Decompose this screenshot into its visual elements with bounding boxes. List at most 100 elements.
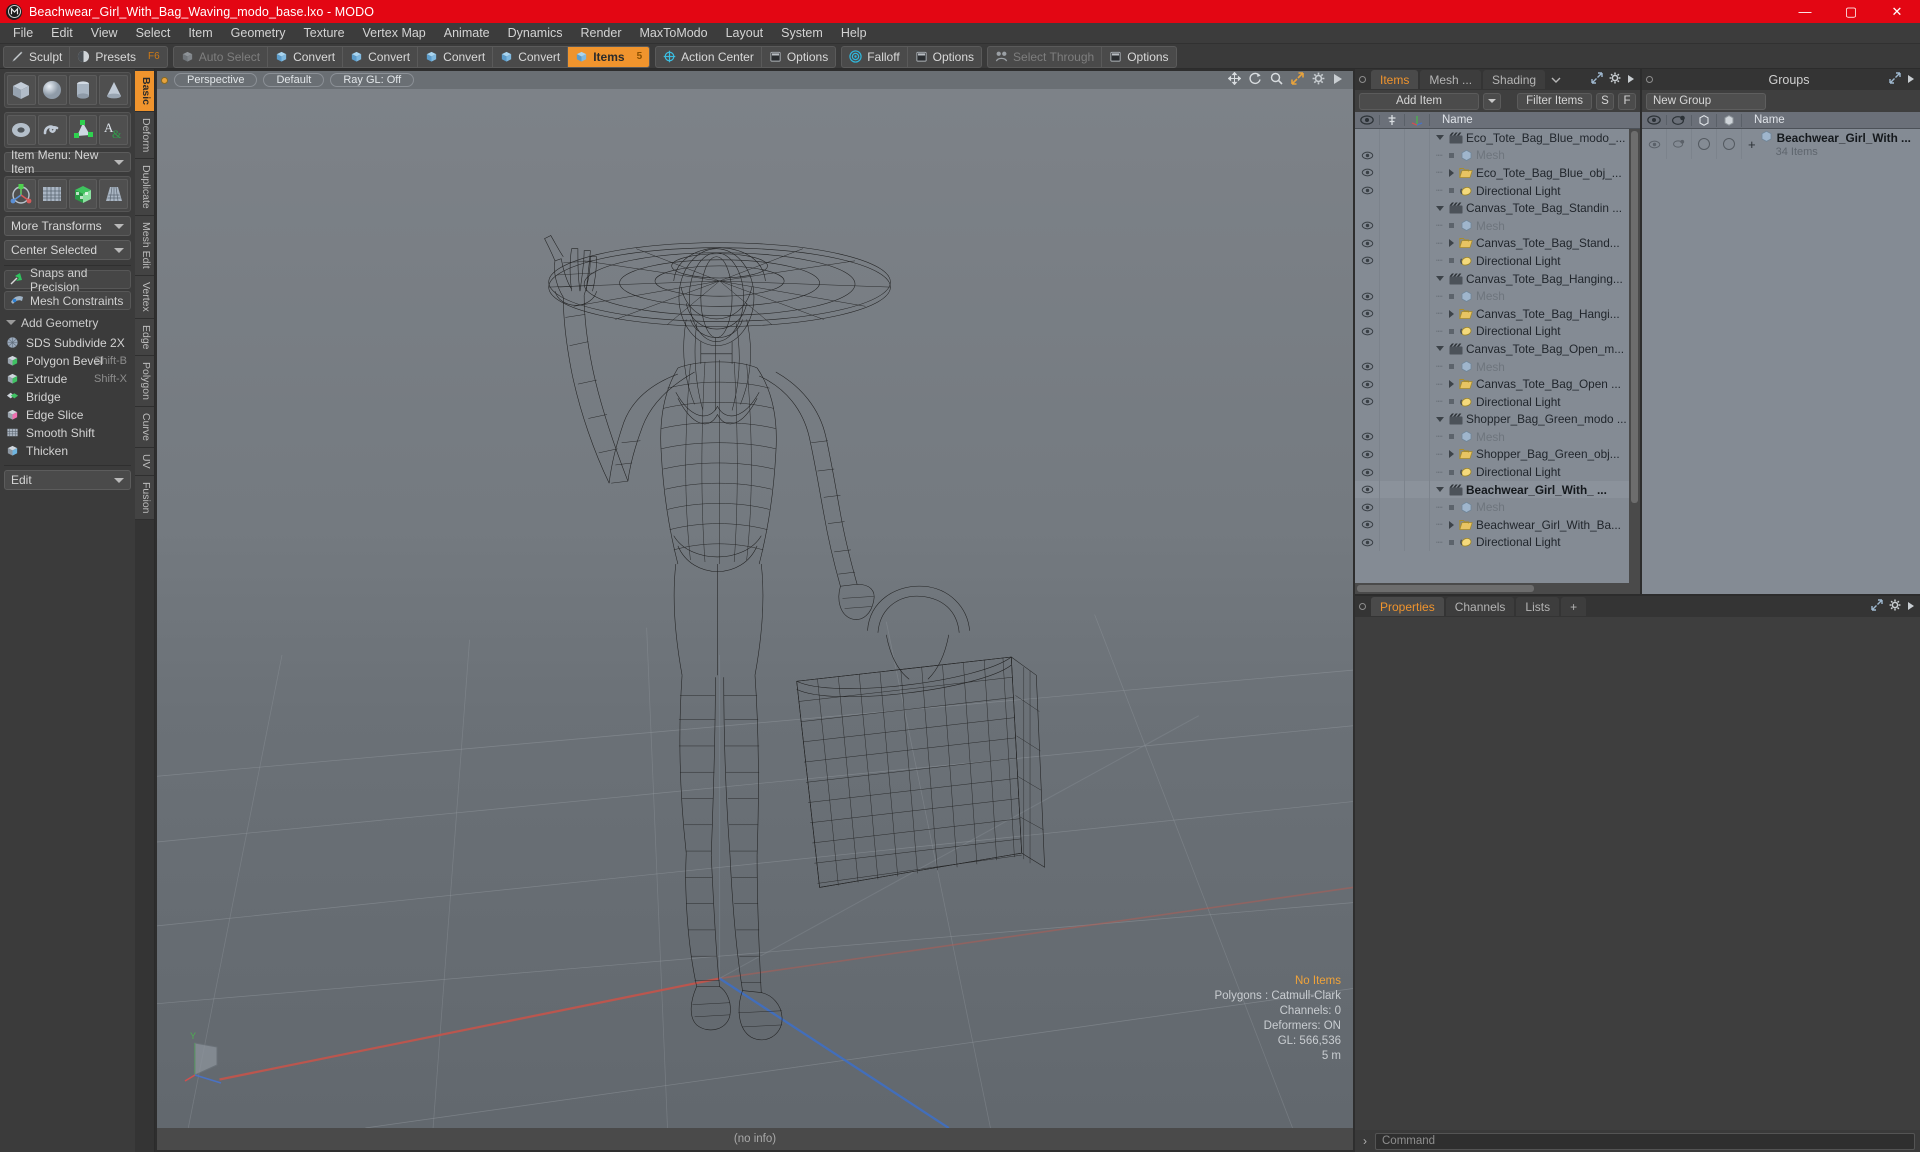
- fit-icon[interactable]: [1291, 72, 1304, 88]
- row-axis-toggle[interactable]: [1405, 358, 1430, 376]
- chevron-down-icon[interactable]: [1436, 206, 1444, 211]
- items-tree-row[interactable]: ┈Directional Light: [1355, 393, 1640, 411]
- axis-icon[interactable]: [1405, 114, 1430, 126]
- row-lock-toggle[interactable]: [1380, 164, 1405, 182]
- eye-icon[interactable]: [1355, 115, 1380, 125]
- row-lock-toggle[interactable]: [1380, 305, 1405, 323]
- items-tree-row[interactable]: ┈Directional Light: [1355, 252, 1640, 270]
- mesh-constraints-button[interactable]: Mesh Constraints: [4, 291, 131, 310]
- row-axis-toggle[interactable]: [1405, 481, 1430, 499]
- row-axis-toggle[interactable]: [1405, 270, 1430, 288]
- items-tree-row[interactable]: Beachwear_Girl_With_ ...: [1355, 481, 1640, 499]
- taper-tool[interactable]: [99, 179, 128, 209]
- row-axis-toggle[interactable]: [1405, 305, 1430, 323]
- tool-tab-uv[interactable]: UV: [135, 448, 154, 476]
- filter-items-button[interactable]: Filter Items: [1517, 93, 1592, 110]
- move-icon[interactable]: [1228, 72, 1241, 88]
- sphere-tool[interactable]: [38, 75, 67, 105]
- items-tab-shading[interactable]: Shading: [1483, 70, 1545, 89]
- chevron-right-icon[interactable]: [1449, 239, 1454, 247]
- viewport-3d[interactable]: No Items Polygons : Catmull-Clark Channe…: [157, 89, 1353, 1128]
- mode-button-falloff[interactable]: Falloff: [842, 47, 907, 67]
- row-axis-toggle[interactable]: [1405, 182, 1430, 200]
- viewport-raygl-button[interactable]: Ray GL: Off: [330, 73, 414, 87]
- menu-select[interactable]: Select: [127, 24, 180, 43]
- menu-file[interactable]: File: [4, 24, 42, 43]
- filter-f-button[interactable]: F: [1618, 93, 1636, 110]
- zoom-icon[interactable]: [1270, 72, 1283, 88]
- chevron-right-icon[interactable]: [1449, 169, 1454, 177]
- play-icon[interactable]: [1627, 72, 1635, 87]
- tool-tab-basic[interactable]: Basic: [135, 71, 154, 112]
- row-axis-toggle[interactable]: [1405, 235, 1430, 253]
- menu-item[interactable]: Item: [179, 24, 221, 43]
- chevron-down-icon[interactable]: [1436, 417, 1444, 422]
- row-eye-toggle[interactable]: [1355, 323, 1380, 341]
- items-tab-items[interactable]: Items: [1371, 70, 1418, 89]
- gear-icon[interactable]: [1609, 72, 1621, 87]
- cube-tool[interactable]: [7, 75, 36, 105]
- tool-tab-duplicate[interactable]: Duplicate: [135, 159, 154, 216]
- row-eye-toggle[interactable]: [1355, 129, 1380, 147]
- minimize-button[interactable]: —: [1782, 0, 1828, 23]
- menu-system[interactable]: System: [772, 24, 832, 43]
- edit-dropdown[interactable]: Edit: [4, 470, 131, 490]
- play-icon[interactable]: [1333, 73, 1343, 88]
- mode-button-convert-2[interactable]: Convert: [343, 47, 418, 67]
- items-tree-row[interactable]: ┈Directional Light: [1355, 182, 1640, 200]
- menu-dynamics[interactable]: Dynamics: [499, 24, 572, 43]
- items-tree-row[interactable]: ┈Shopper_Bag_Green_obj...: [1355, 446, 1640, 464]
- menu-animate[interactable]: Animate: [435, 24, 499, 43]
- items-tree-row[interactable]: ┈Directional Light: [1355, 534, 1640, 552]
- row-lock-toggle[interactable]: [1380, 217, 1405, 235]
- row-axis-toggle[interactable]: [1405, 393, 1430, 411]
- mode-button-options-1[interactable]: Options: [1102, 47, 1175, 67]
- menu-edit[interactable]: Edit: [42, 24, 82, 43]
- mode-button-convert-1[interactable]: Convert: [268, 47, 343, 67]
- row-lock-toggle[interactable]: [1380, 270, 1405, 288]
- items-tree-row[interactable]: ┈Mesh: [1355, 358, 1640, 376]
- row-lock-toggle[interactable]: [1380, 428, 1405, 446]
- row-lock-toggle[interactable]: [1380, 199, 1405, 217]
- chevron-right-icon[interactable]: [1449, 450, 1454, 458]
- items-tree-row[interactable]: ┈Canvas_Tote_Bag_Hangi...: [1355, 305, 1640, 323]
- mode-button-auto-select[interactable]: Auto Select: [174, 47, 268, 67]
- cylinder-tool[interactable]: [69, 75, 98, 105]
- items-tree-vscrollbar[interactable]: [1629, 129, 1640, 583]
- add-geometry-section-header[interactable]: Add Geometry: [6, 314, 131, 331]
- row-eye-toggle[interactable]: [1355, 305, 1380, 323]
- row-axis-toggle[interactable]: [1405, 323, 1430, 341]
- geometry-tool-bridge[interactable]: Bridge: [4, 388, 131, 406]
- chevron-down-icon[interactable]: [1436, 346, 1444, 351]
- items-tree-row[interactable]: ┈Beachwear_Girl_With_Ba...: [1355, 516, 1640, 534]
- row-lock-toggle[interactable]: [1380, 516, 1405, 534]
- spiral-tool[interactable]: [38, 115, 67, 145]
- eye-icon[interactable]: [1642, 115, 1667, 125]
- tool-tab-vertex[interactable]: Vertex: [135, 276, 154, 319]
- row-lock-toggle[interactable]: [1380, 323, 1405, 341]
- menu-texture[interactable]: Texture: [295, 24, 354, 43]
- new-group-button[interactable]: New Group: [1646, 93, 1766, 110]
- row-eye-toggle[interactable]: [1355, 340, 1380, 358]
- transform-gizmo-tool[interactable]: [7, 179, 36, 209]
- row-eye-toggle[interactable]: [1355, 534, 1380, 552]
- row-axis-toggle[interactable]: [1405, 129, 1430, 147]
- viewport-menu-dot-icon[interactable]: [161, 77, 168, 84]
- render-icon[interactable]: [1667, 115, 1692, 126]
- row-lock-toggle[interactable]: [1380, 340, 1405, 358]
- group-expand-toggle[interactable]: +: [1748, 137, 1756, 152]
- row-lock-toggle[interactable]: [1380, 235, 1405, 253]
- row-eye-toggle[interactable]: [1355, 358, 1380, 376]
- shade-icon[interactable]: [1717, 114, 1742, 127]
- items-tree-hscrollbar[interactable]: [1355, 583, 1640, 594]
- row-axis-toggle[interactable]: [1405, 498, 1430, 516]
- properties-tab-channels[interactable]: Channels: [1446, 597, 1515, 616]
- chevron-right-icon[interactable]: [1449, 380, 1454, 388]
- center-selected-dropdown[interactable]: Center Selected: [4, 240, 131, 260]
- row-eye-toggle[interactable]: [1355, 446, 1380, 464]
- row-eye-toggle[interactable]: [1355, 199, 1380, 217]
- properties-tab-lists[interactable]: Lists: [1516, 597, 1559, 616]
- tool-tab-polygon[interactable]: Polygon: [135, 356, 154, 407]
- row-lock-toggle[interactable]: [1380, 498, 1405, 516]
- add-item-dropdown[interactable]: [1483, 93, 1501, 110]
